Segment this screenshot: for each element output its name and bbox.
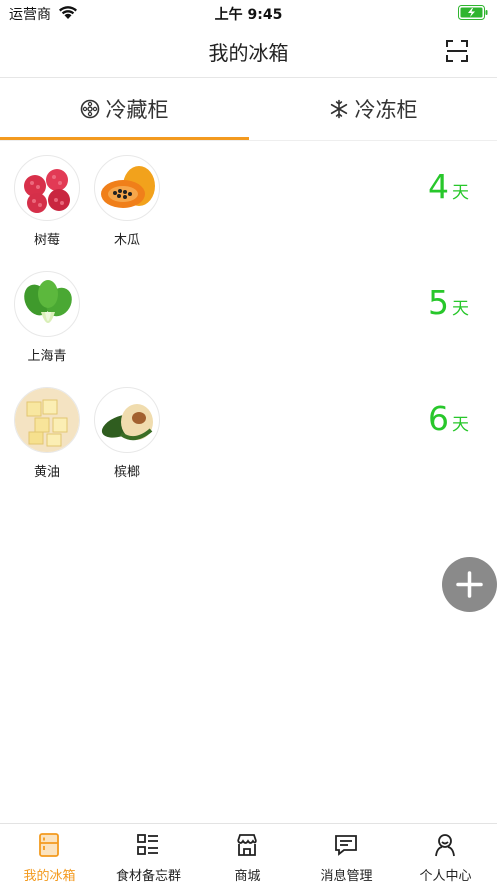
bok-choy-image	[14, 271, 80, 337]
food-item-butter[interactable]: 黄油	[12, 387, 82, 480]
tab-freezer-label: 冷冻柜	[354, 98, 418, 122]
bottom-tab-bar: 我的冰箱 食材备忘群 商城 消息管理 个人中心	[0, 823, 497, 883]
tab-messages[interactable]: 消息管理	[297, 824, 396, 883]
tab-label: 个人中心	[419, 869, 472, 883]
food-item-bok-choy[interactable]: 上海青	[12, 271, 82, 364]
food-group: 黄油 槟榔 6天	[0, 373, 497, 489]
food-name: 上海青	[27, 349, 67, 364]
days-unit: 天	[452, 183, 469, 203]
food-name: 树莓	[33, 233, 60, 248]
nav-bar: 我的冰箱	[0, 26, 497, 78]
food-item-betel-nut[interactable]: 槟榔	[92, 387, 162, 480]
days-remaining: 4天	[428, 167, 469, 206]
days-unit: 天	[452, 299, 469, 319]
tab-store[interactable]: 商城	[198, 824, 297, 883]
days-unit: 天	[452, 415, 469, 435]
compartment-tabs: 冷藏柜 冷冻柜	[0, 78, 497, 141]
tab-label: 商城	[234, 869, 261, 883]
scan-icon[interactable]	[445, 39, 469, 63]
add-food-button[interactable]	[442, 557, 497, 612]
days-number: 6	[428, 399, 449, 438]
status-bar: 运营商 上午 9:45	[0, 0, 497, 26]
tab-label: 食材备忘群	[115, 869, 181, 883]
tab-food-memo[interactable]: 食材备忘群	[99, 824, 198, 883]
days-remaining: 6天	[428, 399, 469, 438]
food-name: 槟榔	[113, 465, 140, 480]
betel-nut-image	[94, 387, 160, 453]
butter-image	[14, 387, 80, 453]
message-icon	[335, 835, 357, 856]
food-group: 树莓 木瓜 4天	[0, 141, 497, 257]
user-icon	[435, 834, 455, 857]
food-group: 上海青 5天	[0, 257, 497, 373]
papaya-image	[94, 155, 160, 221]
tab-my-fridge[interactable]: 我的冰箱	[0, 824, 99, 883]
tab-refrigerator[interactable]: 冷藏柜	[0, 78, 248, 140]
store-icon	[237, 834, 257, 856]
list-icon	[137, 834, 158, 855]
food-name: 黄油	[33, 465, 60, 480]
tab-freezer[interactable]: 冷冻柜	[249, 78, 497, 140]
tab-profile[interactable]: 个人中心	[396, 824, 495, 883]
fridge-icon	[39, 833, 59, 857]
fridge-compartment-icon	[80, 99, 99, 119]
battery-icon	[458, 5, 488, 20]
status-time: 上午 9:45	[214, 7, 283, 23]
food-item-raspberry[interactable]: 树莓	[12, 155, 82, 248]
food-item-papaya[interactable]: 木瓜	[92, 155, 162, 248]
plus-icon	[456, 571, 483, 598]
snowflake-icon	[330, 99, 347, 119]
tab-refrigerator-label: 冷藏柜	[105, 98, 169, 122]
tab-label: 消息管理	[320, 869, 373, 883]
days-number: 5	[428, 283, 449, 322]
days-remaining: 5天	[428, 283, 469, 322]
tab-active-indicator	[0, 137, 249, 140]
days-number: 4	[428, 167, 449, 206]
tab-label: 我的冰箱	[23, 869, 76, 883]
raspberry-image	[14, 155, 80, 221]
food-name: 木瓜	[113, 233, 140, 248]
page-title: 我的冰箱	[208, 41, 289, 65]
